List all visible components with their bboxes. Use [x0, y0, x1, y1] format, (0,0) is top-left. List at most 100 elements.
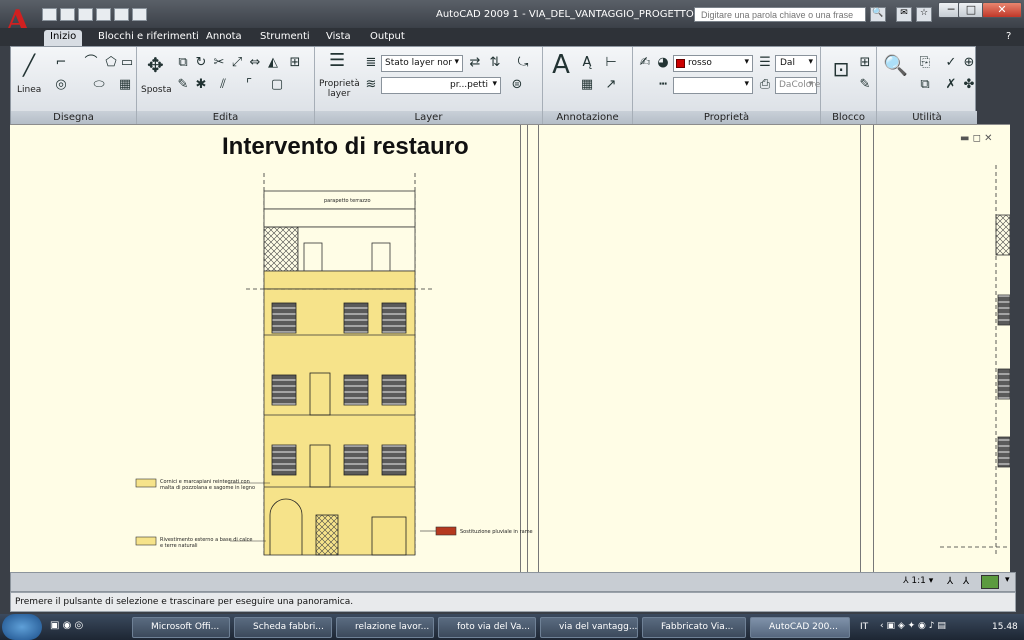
- leader-icon[interactable]: ↗: [603, 77, 619, 93]
- svg-text:malta di pozzolana e sagome in: malta di pozzolana e sagome in legno: [160, 485, 255, 491]
- layer-match-icon[interactable]: ⊜: [509, 77, 525, 93]
- polygon-icon[interactable]: ⬠: [103, 55, 119, 71]
- tray-icons[interactable]: ‹ ▣ ◈ ✦ ◉ ♪ ▤: [880, 621, 946, 631]
- insert-block-icon[interactable]: ⊡: [829, 59, 853, 79]
- arc-icon[interactable]: ⌒: [83, 55, 99, 71]
- layer-state-dropdown[interactable]: Stato layer nor: [381, 55, 463, 72]
- undo-icon[interactable]: [114, 8, 129, 21]
- dimension-icon[interactable]: ⊢: [603, 55, 619, 71]
- array-icon[interactable]: ⊞: [287, 55, 303, 71]
- taskbar-item[interactable]: Scheda fabbri...: [234, 617, 332, 638]
- taskbar-item[interactable]: relazione lavor...: [336, 617, 434, 638]
- multiline-text-icon[interactable]: A: [549, 52, 573, 78]
- layer-tool2-icon[interactable]: ⇅: [487, 55, 503, 71]
- start-button[interactable]: [2, 614, 42, 640]
- rotate-icon[interactable]: ↻: [193, 55, 209, 71]
- tab-vista[interactable]: Vista: [320, 30, 357, 46]
- select-icon[interactable]: ⊕: [961, 55, 977, 71]
- taskbar-item[interactable]: foto via del Va...: [438, 617, 536, 638]
- tab-strumenti[interactable]: Strumenti: [254, 30, 316, 46]
- tab-output[interactable]: Output: [364, 30, 411, 46]
- panel-label-utilita: Utilità: [877, 111, 977, 125]
- help-icon[interactable]: ?: [1000, 30, 1017, 46]
- annotation-visibility-icon[interactable]: ⅄: [947, 576, 953, 587]
- quick-launch-icons[interactable]: ▣ ◉ ◎: [50, 620, 83, 631]
- plotstyle-dropdown[interactable]: DaColore: [775, 77, 820, 94]
- annotation-scale[interactable]: ⅄ 1:1 ▾: [903, 576, 933, 586]
- layer-tool3-icon[interactable]: ⤿: [515, 55, 531, 71]
- linetype-dropdown[interactable]: [673, 77, 753, 94]
- explode-icon[interactable]: ✱: [193, 77, 209, 93]
- print-icon[interactable]: [96, 8, 111, 21]
- mirror-icon[interactable]: ◭: [265, 55, 281, 71]
- stretch-icon[interactable]: ⇔: [247, 55, 263, 71]
- workspace-icon[interactable]: [981, 575, 999, 589]
- paste-icon[interactable]: ⧉: [917, 77, 933, 93]
- plotstyle-icon[interactable]: ⎙: [757, 77, 773, 93]
- erase-icon[interactable]: ✎: [175, 77, 191, 93]
- panel-edita: ✥ Sposta ⧉ ↻ ✂ ⤢ ⇔ ◭ ⊞ ✎ ✱ ⫽ ⌜ ▢ Edita: [137, 47, 315, 125]
- command-line[interactable]: Premere il pulsante di selezione e trasc…: [10, 592, 1016, 612]
- move-icon[interactable]: ✥: [147, 55, 164, 75]
- redo-icon[interactable]: [132, 8, 147, 21]
- color-dropdown[interactable]: rosso: [673, 55, 753, 72]
- move-label: Sposta: [141, 85, 172, 95]
- match-properties-icon[interactable]: ✍: [637, 55, 653, 71]
- tab-blocchi[interactable]: Blocchi e riferimenti: [92, 30, 205, 46]
- ellipse-icon[interactable]: ⬭: [91, 77, 107, 93]
- status-menu-icon[interactable]: ▾: [1005, 575, 1010, 585]
- color-wheel-icon[interactable]: ◕: [655, 55, 671, 71]
- communication-icon[interactable]: ✉: [896, 7, 912, 22]
- tab-annota[interactable]: Annota: [200, 30, 248, 46]
- layer-list-icon[interactable]: ≋: [363, 77, 379, 93]
- new-icon[interactable]: [42, 8, 57, 21]
- linetype-icon[interactable]: ┅: [655, 77, 671, 93]
- drawing-canvas[interactable]: Intervento di restauro ▬ ◻ ✕ parapetto t…: [10, 124, 1010, 573]
- line-icon[interactable]: ╱: [21, 55, 37, 75]
- polyline-icon[interactable]: ⌐: [53, 55, 69, 71]
- circle-icon[interactable]: ◎: [53, 77, 69, 93]
- fillet-icon[interactable]: ⌜: [241, 77, 257, 93]
- ribbon-tabs: Inizio Blocchi e riferimenti Annota Stru…: [0, 28, 1024, 46]
- close-button[interactable]: ✕: [982, 2, 1022, 18]
- lineweight-icon[interactable]: ☰: [757, 55, 773, 71]
- search-icon[interactable]: 🔍: [870, 7, 886, 22]
- taskbar-item[interactable]: Microsoft Offi...: [132, 617, 230, 638]
- language-indicator[interactable]: IT: [860, 622, 868, 632]
- quick-calc-icon[interactable]: ✓: [943, 55, 959, 71]
- layer-dropdown[interactable]: pr...petti: [381, 77, 501, 94]
- panel-utilita: 🔍 ⎘ ✓ ⊕ ⧉ ✗ ✤ Utilità: [877, 47, 977, 125]
- edit-block-icon[interactable]: ✎: [857, 77, 873, 93]
- search-input[interactable]: [694, 7, 866, 22]
- taskbar-item[interactable]: via del vantagg...: [540, 617, 638, 638]
- rectangle-icon[interactable]: ▭: [119, 55, 135, 71]
- chamfer-icon[interactable]: ▢: [269, 77, 285, 93]
- offset-icon[interactable]: ⫽: [215, 77, 231, 93]
- lineweight-dropdown[interactable]: Dal: [775, 55, 817, 72]
- clipboard-icon[interactable]: ⎘: [917, 55, 933, 71]
- create-block-icon[interactable]: ⊞: [857, 55, 873, 71]
- table-icon[interactable]: ▦: [579, 77, 595, 93]
- taskbar-item[interactable]: Fabbricato Via...: [642, 617, 746, 638]
- auto-scale-icon[interactable]: ⅄: [963, 576, 969, 587]
- zoom-icon[interactable]: 🔍: [883, 55, 908, 75]
- scale-icon[interactable]: ⤢: [229, 55, 245, 71]
- text-icon[interactable]: Ą: [579, 55, 595, 71]
- layer-properties-icon[interactable]: ☰: [329, 52, 345, 70]
- save-icon[interactable]: [78, 8, 93, 21]
- layer-state-icon[interactable]: ≣: [363, 55, 379, 71]
- layer-tool-icon[interactable]: ⇄: [467, 55, 483, 71]
- tab-inizio[interactable]: Inizio: [44, 30, 83, 46]
- trim-icon[interactable]: ✂: [211, 55, 227, 71]
- measure-icon[interactable]: ✗: [943, 77, 959, 93]
- open-icon[interactable]: [60, 8, 75, 21]
- taskbar-item-autocad[interactable]: AutoCAD 200...: [750, 617, 850, 638]
- hatch-icon[interactable]: ▦: [117, 77, 133, 93]
- copy-icon[interactable]: ⧉: [175, 55, 191, 71]
- clock[interactable]: 15.48: [992, 622, 1018, 632]
- id-point-icon[interactable]: ✤: [961, 77, 977, 93]
- favorites-icon[interactable]: ☆: [916, 7, 932, 22]
- terrace-label: parapetto terrazzo: [324, 198, 371, 204]
- maximize-button[interactable]: □: [958, 2, 984, 18]
- panel-annotazione: A Ą ⊢ ▦ ↗ Annotazione: [543, 47, 633, 125]
